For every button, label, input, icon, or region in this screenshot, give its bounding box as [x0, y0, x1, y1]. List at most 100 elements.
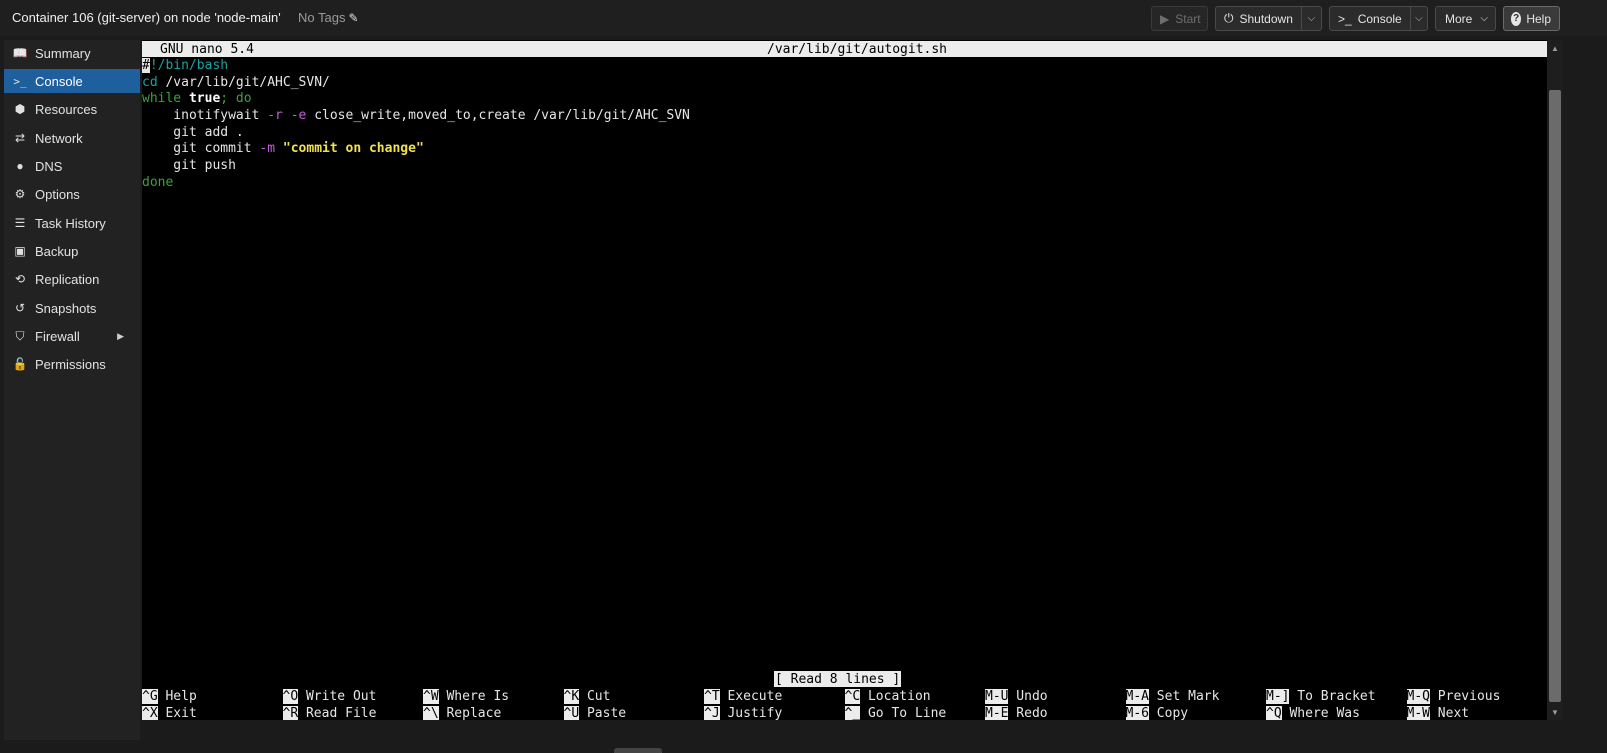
shortcut-key: ^O — [282, 689, 299, 704]
code-line: done — [142, 174, 174, 190]
start-button[interactable]: ▶ Start — [1151, 6, 1208, 31]
shortcut-row-1: ^G Help ^O Write Out ^W Where Is ^K Cut ^T E… — [142, 688, 1547, 705]
code-line: cd /var/lib/git/AHC_SVN/ — [142, 74, 330, 90]
sidebar-item-network[interactable]: ⇄ Network — [4, 126, 140, 150]
book-icon: 📖 — [12, 46, 28, 60]
shortcut-label: To Bracket — [1289, 689, 1376, 704]
shortcut-key: ^X — [142, 705, 158, 720]
code-line: git add . — [142, 124, 244, 140]
shortcut-key: ^G — [142, 689, 158, 704]
scroll-down-arrow-icon[interactable]: ▼ — [1547, 704, 1563, 720]
sidebar-item-firewall[interactable]: ⛉ Firewall ▶ — [4, 324, 140, 348]
play-icon: ▶ — [1160, 11, 1170, 26]
terminal-scrollbar[interactable]: ▲ ▼ — [1547, 40, 1563, 720]
nano-shortcut: ^Q Where Was — [1266, 705, 1360, 721]
shortcut-label: Copy — [1148, 705, 1189, 721]
sidebar-item-summary[interactable]: 📖 Summary — [4, 41, 140, 65]
nano-shortcut: ^T Execute — [704, 688, 782, 705]
sidebar-item-backup[interactable]: ▣ Backup — [4, 239, 140, 263]
sidebar-item-permissions[interactable]: 🔓 Permissions — [4, 352, 140, 376]
shortcut-key: M-] — [1266, 689, 1290, 704]
shortcut-key: ^\ — [423, 705, 439, 720]
shutdown-button[interactable]: ⏻ Shutdown ⌵ — [1215, 6, 1322, 31]
more-button[interactable]: More ⌵ — [1435, 6, 1496, 31]
nano-shortcut: M-U Undo — [985, 688, 1048, 705]
pencil-icon[interactable]: ✎ — [348, 11, 358, 25]
console-dropdown-chevron-icon[interactable]: ⌵ — [1409, 7, 1427, 30]
shortcut-label: Where Is — [438, 689, 510, 704]
scrollbar-thumb[interactable] — [1549, 90, 1561, 702]
unlock-icon: 🔓 — [12, 357, 28, 371]
nano-shortcut-bar: ^G Help ^O Write Out ^W Where Is ^K Cut ^T E… — [142, 688, 1547, 720]
retweet-icon: ⟲ — [14, 272, 26, 286]
shortcut-key: M-E — [985, 705, 1009, 720]
shortcut-key: ^T — [704, 689, 720, 704]
shortcut-key: ^C — [844, 689, 861, 704]
sidebar-item-task-history[interactable]: ☰ Task History — [4, 211, 140, 235]
nano-shortcut: ^\ Replace — [423, 705, 501, 720]
nano-status-message: [ Read 8 lines ] — [774, 671, 902, 687]
shortcut-label: Next — [1429, 705, 1470, 721]
console-button[interactable]: >_ Console ⌵ — [1329, 6, 1428, 31]
shortcut-label: Write Out — [298, 689, 377, 704]
shortcut-label: Exit — [157, 705, 197, 721]
shortcut-label: Read File — [298, 705, 377, 721]
shortcut-label: Paste — [579, 705, 627, 721]
shortcut-label: Where Was — [1281, 705, 1360, 721]
shortcut-label: Go To Line — [860, 705, 947, 721]
shortcut-key: M-Q — [1406, 689, 1430, 704]
nano-shortcut: M-A Set Mark — [1125, 688, 1220, 705]
page-title: Container 106 (git-server) on node 'node… — [12, 10, 281, 25]
tags-editor[interactable]: No Tags ✎ — [298, 10, 359, 25]
nano-file-path: /var/lib/git/autogit.sh — [767, 42, 948, 57]
shortcut-label: Cut — [579, 689, 611, 704]
terminal-icon: >_ — [13, 74, 27, 88]
bottom-drawer-handle[interactable] — [614, 748, 662, 753]
sidebar-item-options[interactable]: ⚙ Options — [4, 182, 140, 206]
shortcut-row-2: ^X Exit ^R Read File ^\ Replace ^U Paste ^J … — [142, 705, 1547, 721]
nano-shortcut: M-6 Copy — [1125, 705, 1189, 721]
shortcut-key: ^R — [282, 705, 299, 720]
code-line: git commit -m "commit on change" — [142, 141, 424, 157]
shortcut-label: Redo — [1008, 705, 1048, 721]
shortcut-label: Help — [157, 689, 197, 704]
nano-shortcut: ^J Justify — [704, 705, 782, 720]
sidebar-item-console[interactable]: >_ Console — [4, 69, 140, 93]
shortcut-key: ^U — [563, 705, 580, 720]
shortcut-label: Location — [860, 689, 931, 704]
nano-shortcut: ^G Help — [142, 688, 197, 705]
editor-buffer[interactable]: #!/bin/bash cd /var/lib/git/AHC_SVN/ whi… — [142, 57, 1547, 191]
sidebar-item-replication[interactable]: ⟲ Replication — [4, 267, 140, 291]
nano-shortcut: ^K Cut — [563, 688, 611, 705]
shortcut-key: ^_ — [844, 705, 861, 720]
sidebar-item-resources[interactable]: ⬢ Resources — [4, 97, 140, 121]
nano-shortcut: ^U Paste — [563, 705, 627, 721]
shortcut-key: M-U — [985, 689, 1009, 704]
code-line: git push — [142, 158, 236, 174]
list-icon: ☰ — [14, 216, 26, 230]
nano-shortcut: ^W Where Is — [423, 688, 509, 705]
shortcut-key: M-W — [1406, 705, 1430, 720]
scroll-up-arrow-icon[interactable]: ▲ — [1547, 40, 1563, 56]
nano-shortcut: ^R Read File — [282, 705, 377, 721]
shutdown-dropdown-chevron-icon[interactable]: ⌵ — [1300, 7, 1321, 30]
shortcut-key: ^J — [704, 705, 720, 720]
shortcut-key: ^K — [563, 689, 580, 704]
sidebar-item-snapshots[interactable]: ↺ Snapshots — [4, 296, 140, 320]
globe-icon: ● — [16, 159, 24, 173]
shortcut-key: ^W — [423, 689, 439, 704]
code-line: inotifywait -r -e close_write,moved_to,c… — [142, 108, 690, 124]
shortcut-key: M-A — [1125, 689, 1149, 704]
help-button[interactable]: ? Help — [1503, 6, 1560, 31]
sidebar-item-dns[interactable]: ● DNS — [4, 154, 140, 178]
shortcut-key: ^Q — [1266, 705, 1282, 720]
cube-icon: ⬢ — [14, 102, 26, 116]
console-terminal[interactable]: GNU nano 5.4 /var/lib/git/autogit.sh #!/… — [142, 40, 1547, 720]
shield-icon: ⛉ — [15, 328, 25, 343]
code-line: #!/bin/bash — [142, 58, 229, 73]
nano-shortcut: M-E Redo — [985, 705, 1048, 721]
code-line: while true; do — [142, 91, 252, 107]
nano-shortcut: ^_ Go To Line — [844, 705, 947, 721]
shortcut-label: Set Mark — [1148, 689, 1220, 704]
expand-arrow-icon[interactable]: ▶ — [117, 331, 124, 342]
